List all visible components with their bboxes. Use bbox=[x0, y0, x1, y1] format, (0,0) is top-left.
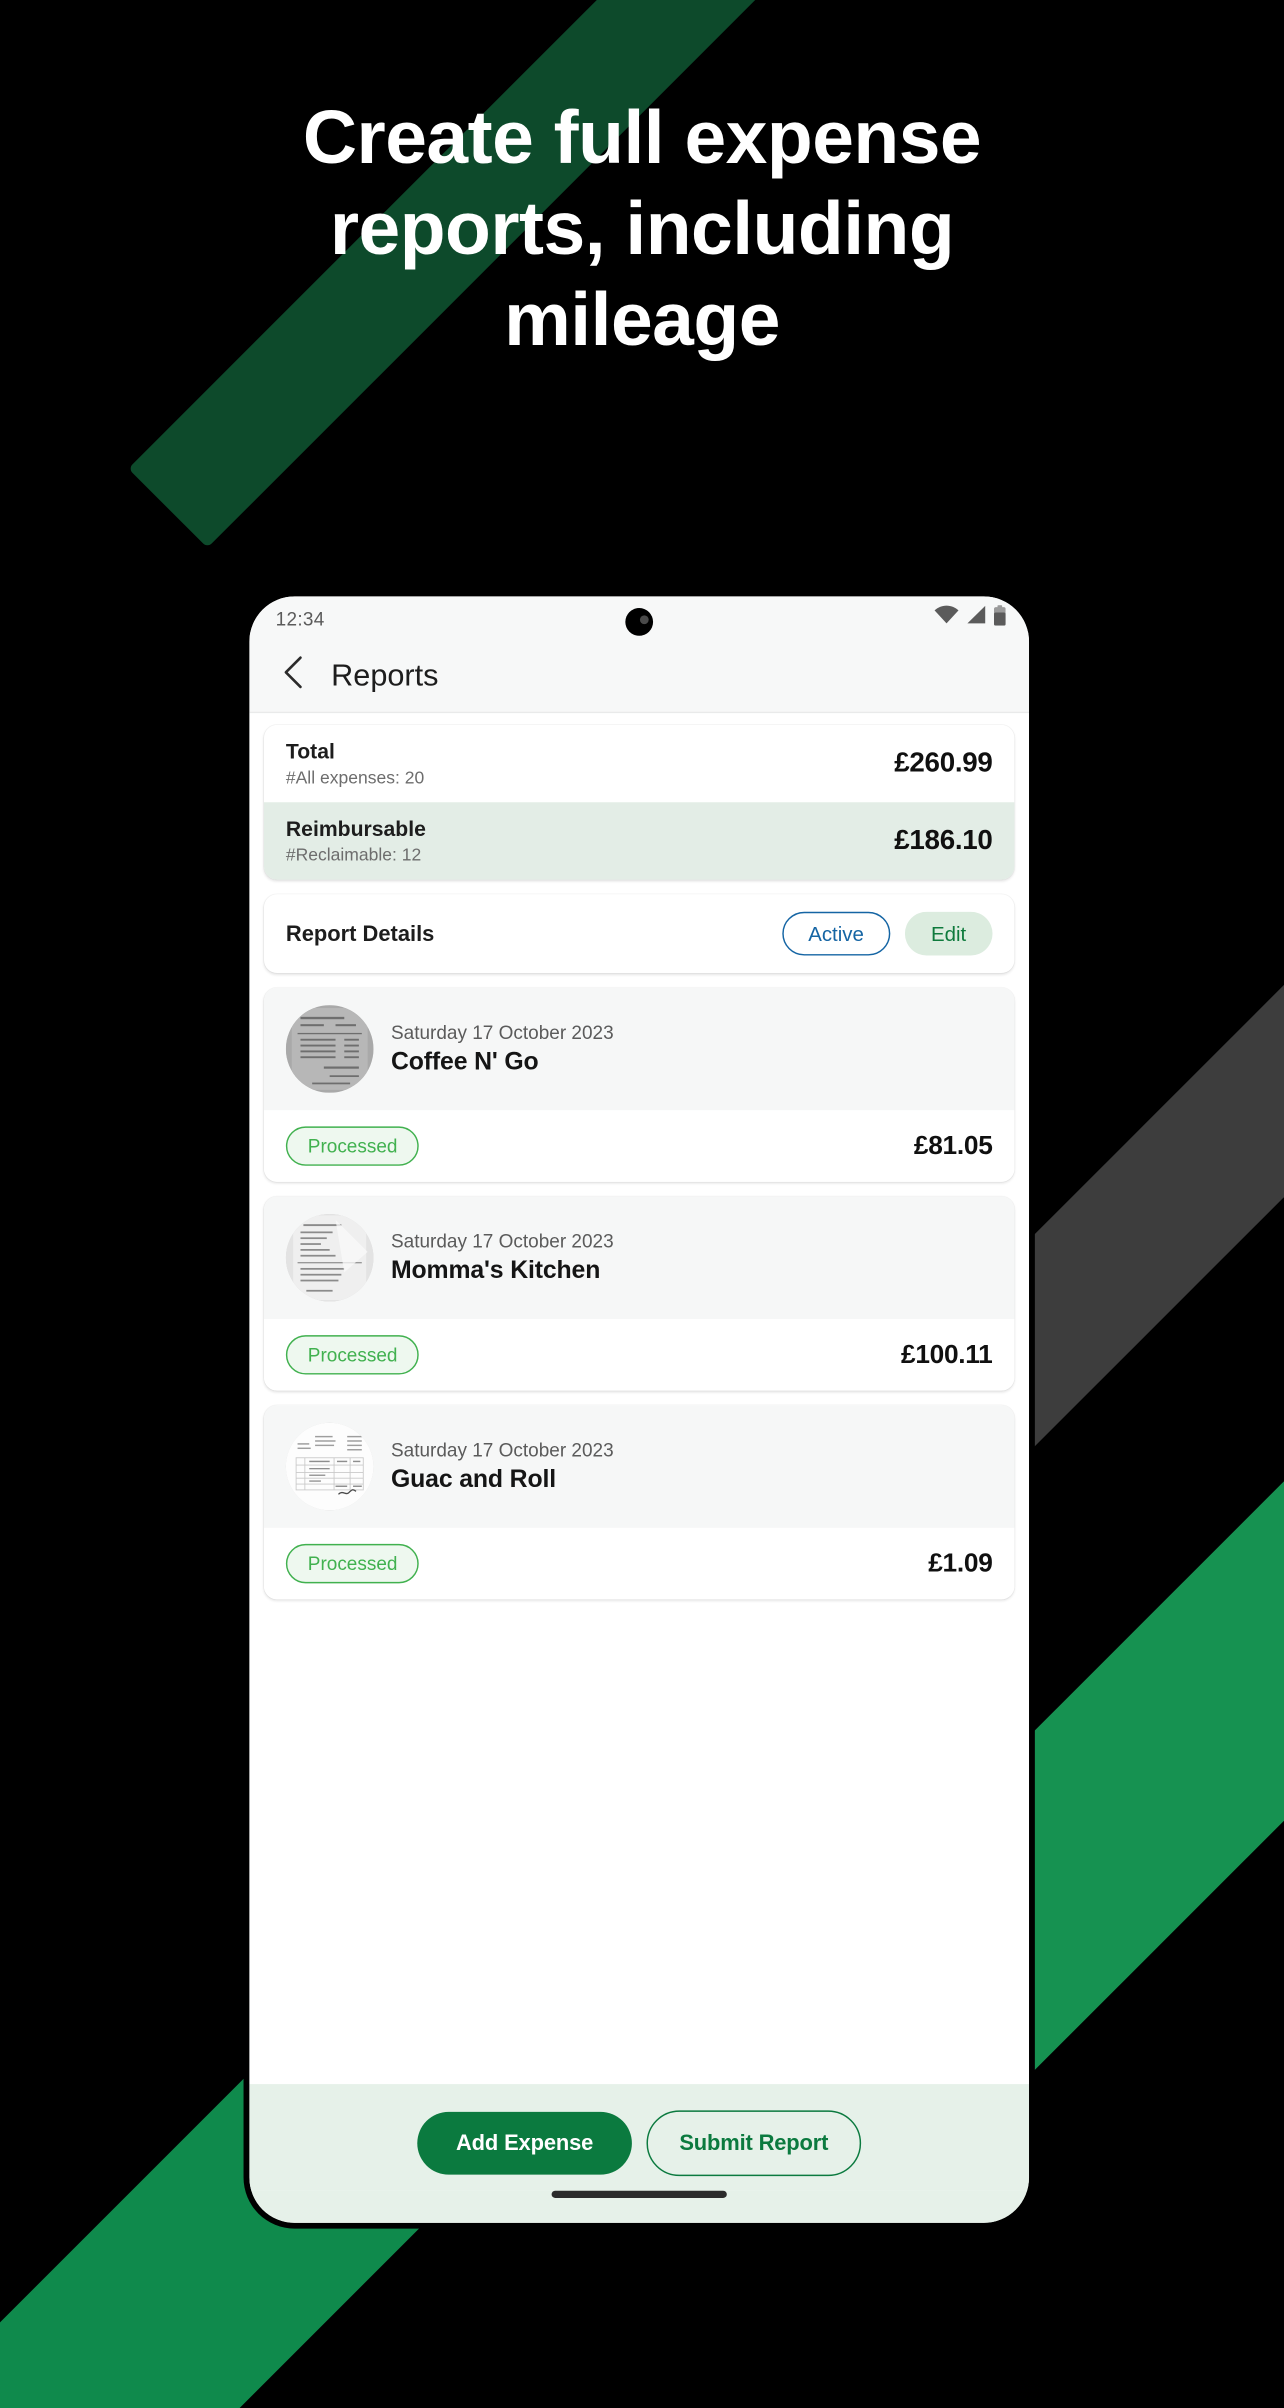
status-badge-processed[interactable]: Processed bbox=[285, 1126, 420, 1167]
report-details-row: Report Details Active Edit bbox=[264, 895, 1014, 974]
expense-merchant: Guac and Roll bbox=[391, 1465, 556, 1494]
home-gesture-bar[interactable] bbox=[551, 2190, 727, 2198]
status-bar: 12:34 bbox=[249, 596, 1030, 641]
expense-amount: £1.09 bbox=[928, 1548, 993, 1578]
expense-summary[interactable]: Saturday 17 October 2023 Momma's Kitchen bbox=[263, 1196, 1015, 1320]
report-details-title: Report Details bbox=[285, 921, 435, 947]
expense-footer: Processed £1.09 bbox=[263, 1528, 1015, 1600]
expense-date: Saturday 17 October 2023 bbox=[391, 1439, 614, 1462]
summary-reimbursable-amount: £186.10 bbox=[894, 825, 993, 856]
expense-meta: Saturday 17 October 2023 Momma's Kitchen bbox=[391, 1230, 614, 1285]
app-bar: Reports bbox=[249, 640, 1030, 714]
status-bar-icons bbox=[934, 604, 1006, 632]
summary-total-amount: £260.99 bbox=[894, 747, 993, 779]
expense-card[interactable]: Saturday 17 October 2023 Momma's Kitchen… bbox=[263, 1196, 1015, 1391]
edit-report-button[interactable]: Edit bbox=[904, 912, 993, 956]
expense-summary[interactable]: Saturday 17 October 2023 Guac and Roll bbox=[263, 1405, 1015, 1529]
submit-report-button[interactable]: Submit Report bbox=[646, 2110, 862, 2177]
status-badge-processed[interactable]: Processed bbox=[285, 1544, 420, 1584]
expense-card[interactable]: Saturday 17 October 2023 Guac and Roll P… bbox=[263, 1405, 1015, 1600]
expense-merchant: Coffee N' Go bbox=[391, 1047, 539, 1076]
report-details-card: Report Details Active Edit bbox=[263, 894, 1015, 974]
bottom-action-bar: Add Expense Submit Report bbox=[249, 2084, 1030, 2191]
expense-meta: Saturday 17 October 2023 Guac and Roll bbox=[391, 1439, 614, 1494]
headline-line-3: mileage bbox=[504, 277, 780, 361]
summary-reimbursable-label: Reimbursable bbox=[285, 818, 426, 842]
summary-row-reimbursable: Reimbursable #Reclaimable: 12 £186.10 bbox=[263, 802, 1015, 880]
add-expense-button[interactable]: Add Expense bbox=[417, 2111, 632, 2175]
phone-screen: 12:34 Reports Total #All expenses: 20 £2… bbox=[249, 596, 1030, 2223]
cellular-signal-icon bbox=[966, 605, 986, 631]
promo-headline: Create full expense reports, including m… bbox=[0, 100, 1284, 373]
expense-merchant: Momma's Kitchen bbox=[391, 1256, 601, 1285]
expense-card[interactable]: Saturday 17 October 2023 Coffee N' Go Pr… bbox=[263, 988, 1015, 1183]
expense-summary[interactable]: Saturday 17 October 2023 Coffee N' Go bbox=[263, 988, 1015, 1111]
gesture-area bbox=[249, 2190, 1030, 2223]
expense-footer: Processed £100.11 bbox=[263, 1319, 1015, 1391]
chevron-left-icon bbox=[281, 655, 306, 697]
expense-footer: Processed £81.05 bbox=[263, 1110, 1015, 1183]
status-badge-processed[interactable]: Processed bbox=[285, 1335, 420, 1375]
receipt-thumbnail[interactable] bbox=[285, 1005, 374, 1094]
report-details-chips: Active Edit bbox=[781, 912, 993, 956]
headline-line-2: reports, including bbox=[329, 186, 955, 270]
battery-icon bbox=[993, 604, 1006, 632]
expense-date: Saturday 17 October 2023 bbox=[391, 1021, 614, 1044]
page-title: Reports bbox=[331, 658, 439, 693]
front-camera-punch-hole bbox=[625, 608, 654, 636]
expense-amount: £100.11 bbox=[900, 1339, 993, 1370]
expense-meta: Saturday 17 October 2023 Coffee N' Go bbox=[391, 1022, 614, 1077]
invoice-thumbnail[interactable] bbox=[285, 1423, 374, 1511]
wifi-icon bbox=[934, 605, 959, 631]
summary-row-total: Total #All expenses: 20 £260.99 bbox=[264, 725, 1014, 803]
receipt-thumbnail[interactable] bbox=[285, 1214, 374, 1302]
summary-reimbursable-count: #Reclaimable: 12 bbox=[285, 844, 422, 866]
status-bar-clock: 12:34 bbox=[275, 607, 325, 630]
reports-scroll-area[interactable]: Total #All expenses: 20 £260.99 Reimburs… bbox=[249, 713, 1030, 2085]
headline-line-1: Create full expense bbox=[302, 95, 982, 179]
summary-total-label: Total bbox=[285, 740, 335, 765]
back-button[interactable] bbox=[276, 656, 311, 693]
expense-amount: £81.05 bbox=[913, 1131, 993, 1161]
summary-card: Total #All expenses: 20 £260.99 Reimburs… bbox=[263, 724, 1015, 880]
summary-total-count: #All expenses: 20 bbox=[285, 767, 425, 788]
status-badge-active[interactable]: Active bbox=[781, 912, 891, 956]
phone-mockup: 12:34 Reports Total #All expenses: 20 £2… bbox=[245, 592, 1034, 2228]
expense-date: Saturday 17 October 2023 bbox=[391, 1230, 614, 1253]
